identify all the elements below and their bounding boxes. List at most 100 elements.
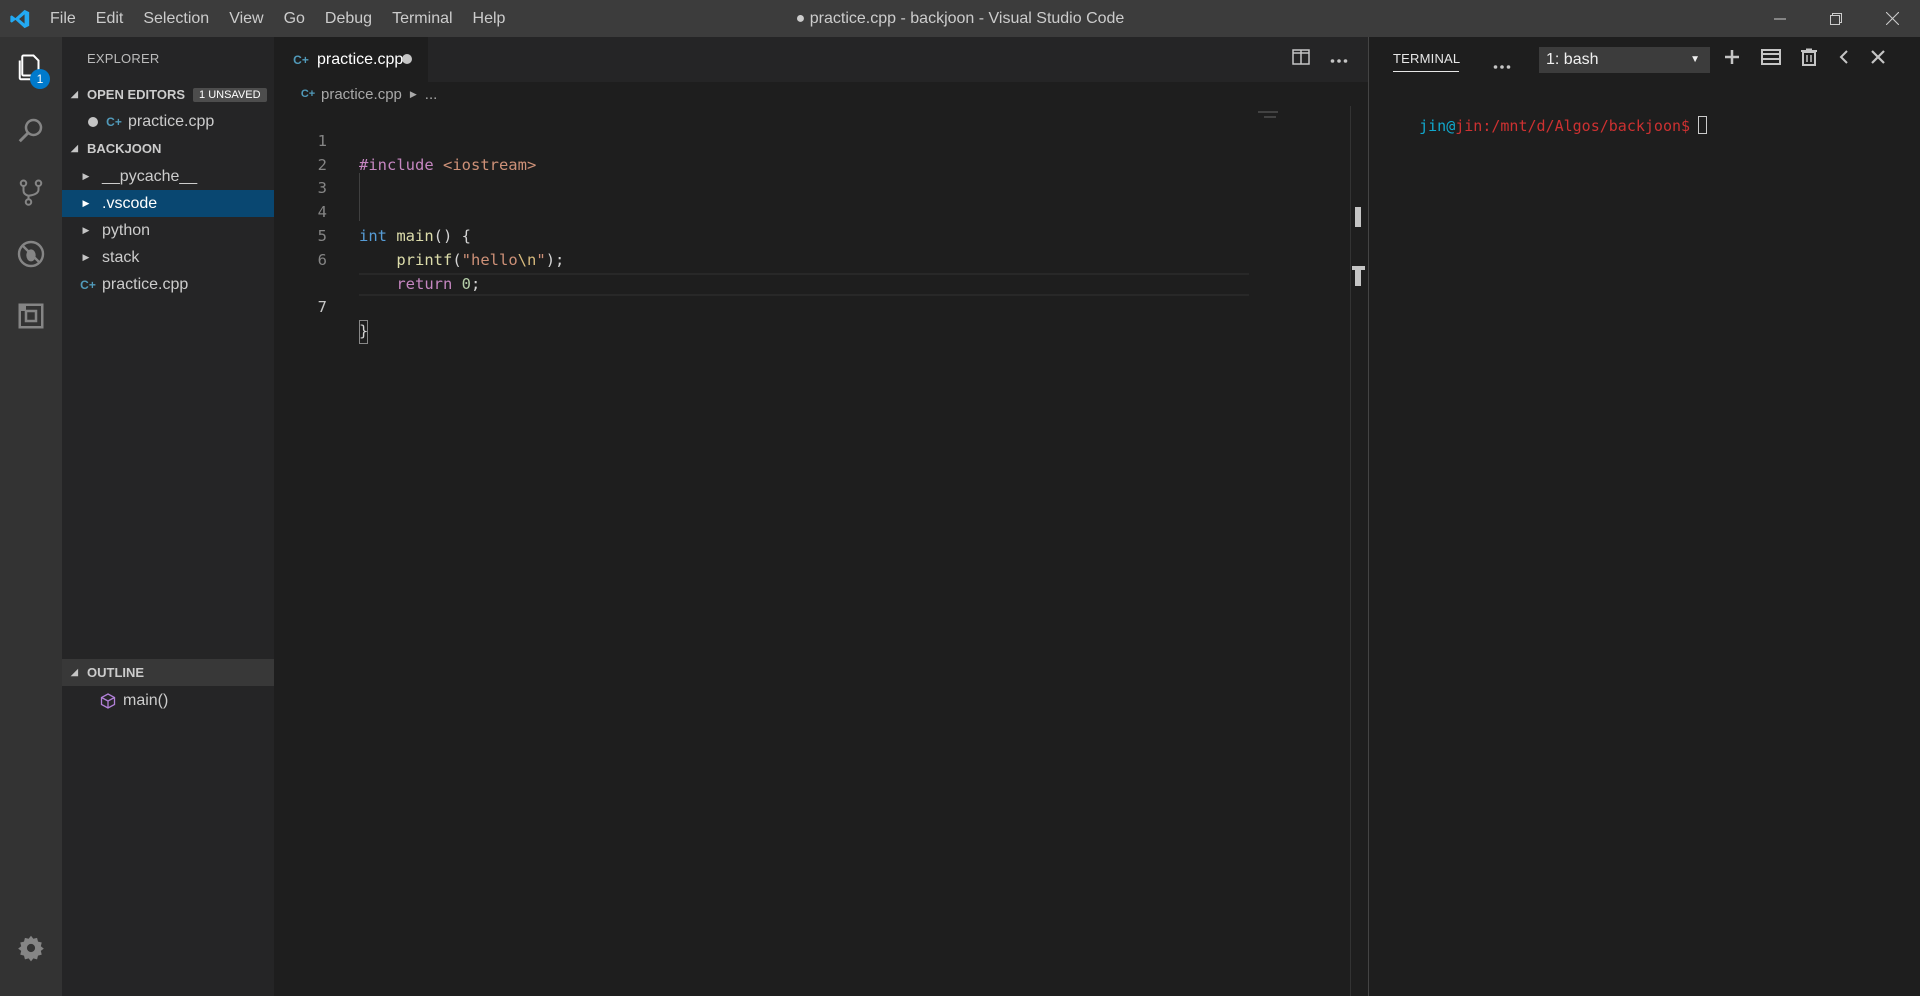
code-editor[interactable]: 1 #include <iostream> 2 3 4 int main() {… — [274, 106, 1364, 344]
tab-label: practice.cpp — [317, 50, 404, 68]
debug-icon[interactable] — [0, 223, 62, 285]
outline-item-label: main() — [123, 691, 169, 709]
sidebar-title: EXPLORER — [87, 51, 160, 66]
menu-selection[interactable]: Selection — [133, 0, 219, 37]
outline-label: OUTLINE — [87, 665, 145, 680]
breadcrumb-file[interactable]: practice.cpp — [321, 86, 402, 103]
breadcrumb-more[interactable]: ... — [425, 86, 438, 103]
explorer-icon[interactable]: 1 — [0, 37, 62, 99]
terminal-panel: TERMINAL 1: bash ▼ jin@jin:/mnt/d/Algos/… — [1368, 37, 1920, 996]
menu-terminal[interactable]: Terminal — [382, 0, 462, 37]
open-editor-label: practice.cpp — [128, 112, 215, 130]
trash-icon[interactable] — [1801, 48, 1817, 71]
tab-practice-cpp[interactable]: C+ practice.cpp — [274, 37, 428, 82]
cpp-file-icon: C+ — [106, 114, 122, 129]
expanded-triangle-icon: ◢ — [71, 667, 78, 677]
line-number: 7 — [317, 298, 327, 317]
tree-item-label: python — [102, 221, 151, 239]
menu-file[interactable]: File — [40, 0, 86, 37]
terminal-output[interactable]: jin@jin:/mnt/d/Algos/backjoon$ — [1383, 98, 1708, 153]
more-actions-icon[interactable] — [1493, 45, 1511, 80]
terminal-selector-value: 1: bash — [1546, 51, 1599, 68]
chevron-right-icon: ▶ — [82, 252, 90, 262]
menu-go[interactable]: Go — [274, 0, 315, 37]
tree-folder-pycache[interactable]: ▶ __pycache__ — [62, 163, 274, 190]
menu-edit[interactable]: Edit — [86, 0, 134, 37]
code-line: 1 #include <iostream> — [274, 106, 1364, 174]
split-terminal-icon[interactable] — [1761, 49, 1781, 70]
tree-item-label: __pycache__ — [102, 167, 198, 185]
vscode-logo-icon — [0, 0, 40, 37]
active-tab-underline — [1393, 71, 1459, 72]
source-control-icon[interactable] — [0, 161, 62, 223]
code-line: 6 return 0; — [274, 225, 1364, 293]
tree-file-practice-cpp[interactable]: C+ practice.cpp — [62, 271, 274, 298]
tree-item-label: stack — [102, 248, 140, 266]
code-line: 4 int main() { — [274, 177, 1364, 245]
scrollbar-marker — [1355, 266, 1361, 286]
open-editor-item[interactable]: C+ practice.cpp — [62, 108, 274, 135]
editor-actions — [1292, 37, 1348, 82]
scrollbar-marker — [1355, 207, 1361, 227]
code-line-current: 7 } — [274, 249, 1364, 344]
code-line: 2 — [274, 130, 1364, 174]
current-line-highlight — [359, 272, 1249, 297]
terminal-selector[interactable]: 1: bash ▼ — [1539, 47, 1710, 73]
tree-item-label: .vscode — [102, 194, 158, 212]
cpp-file-icon: C+ — [300, 88, 316, 100]
menu-help[interactable]: Help — [463, 0, 516, 37]
outline-header[interactable]: ◢ OUTLINE — [62, 659, 274, 686]
prompt-user: jin — [1419, 117, 1447, 135]
explorer-badge: 1 — [30, 69, 50, 89]
open-editors-header[interactable]: ◢ OPEN EDITORS 1 UNSAVED — [62, 81, 274, 108]
close-icon[interactable] — [1864, 0, 1920, 37]
expanded-triangle-icon: ◢ — [71, 89, 78, 99]
tree-folder-python[interactable]: ▶ python — [62, 217, 274, 244]
editor-tab-bar: C+ practice.cpp — [274, 37, 1368, 82]
minimap[interactable] — [1258, 109, 1278, 121]
search-icon[interactable] — [0, 99, 62, 161]
activity-bar: 1 — [0, 37, 62, 996]
cpp-file-icon: C+ — [293, 52, 309, 67]
window-controls — [1752, 0, 1920, 37]
breadcrumb: C+ practice.cpp ▶ ... — [300, 83, 438, 105]
chevron-down-icon: ▼ — [1690, 54, 1700, 65]
code-line: 5 printf("hello\n"); — [274, 201, 1364, 269]
outline-item-main[interactable]: main() — [62, 687, 274, 714]
chevron-right-icon: ▶ — [82, 225, 90, 235]
explorer-sidebar: EXPLORER ◢ OPEN EDITORS 1 UNSAVED C+ pra… — [62, 37, 274, 996]
chevron-right-icon: ▶ — [409, 88, 417, 99]
menu-view[interactable]: View — [219, 0, 273, 37]
more-actions-icon[interactable] — [1330, 51, 1348, 69]
terminal-actions — [1723, 37, 1885, 82]
prompt-at: @ — [1446, 117, 1456, 135]
menu-debug[interactable]: Debug — [315, 0, 382, 37]
method-cube-icon — [100, 692, 120, 709]
cpp-file-icon: C+ — [80, 277, 96, 292]
terminal-tab[interactable]: TERMINAL — [1393, 51, 1460, 66]
code-line: 3 — [274, 154, 1364, 197]
restore-icon[interactable] — [1808, 0, 1864, 37]
settings-gear-icon[interactable] — [0, 917, 62, 979]
new-terminal-icon[interactable] — [1723, 48, 1741, 71]
unsaved-dot-icon[interactable] — [88, 116, 98, 127]
chevron-left-icon[interactable] — [1837, 49, 1851, 70]
backjoon-folder-header[interactable]: ◢ BACKJOON — [62, 135, 274, 162]
prompt-path: jin:/mnt/d/Algos/backjoon$ — [1455, 117, 1691, 135]
minimize-icon[interactable] — [1752, 0, 1808, 37]
menu-bar: File Edit Selection View Go Debug Termin… — [40, 0, 515, 37]
unsaved-dot-icon[interactable] — [402, 54, 412, 64]
editor-scrollbar[interactable] — [1350, 106, 1366, 996]
split-editor-icon[interactable] — [1292, 49, 1310, 70]
editor-area: C+ practice.cpp C+ practice.cpp ▶ ... 1 … — [274, 37, 1368, 996]
indent-guide — [359, 173, 360, 221]
extensions-icon[interactable] — [0, 285, 62, 347]
tree-folder-stack[interactable]: ▶ stack — [62, 244, 274, 271]
folder-label: BACKJOON — [87, 141, 162, 156]
code-token: } — [359, 320, 369, 344]
unsaved-counter-badge: 1 UNSAVED — [193, 87, 267, 102]
chevron-right-icon: ▶ — [82, 198, 90, 208]
close-icon[interactable] — [1871, 50, 1885, 69]
tree-folder-vscode[interactable]: ▶ .vscode — [62, 190, 274, 217]
title-bar: File Edit Selection View Go Debug Termin… — [0, 0, 1920, 37]
